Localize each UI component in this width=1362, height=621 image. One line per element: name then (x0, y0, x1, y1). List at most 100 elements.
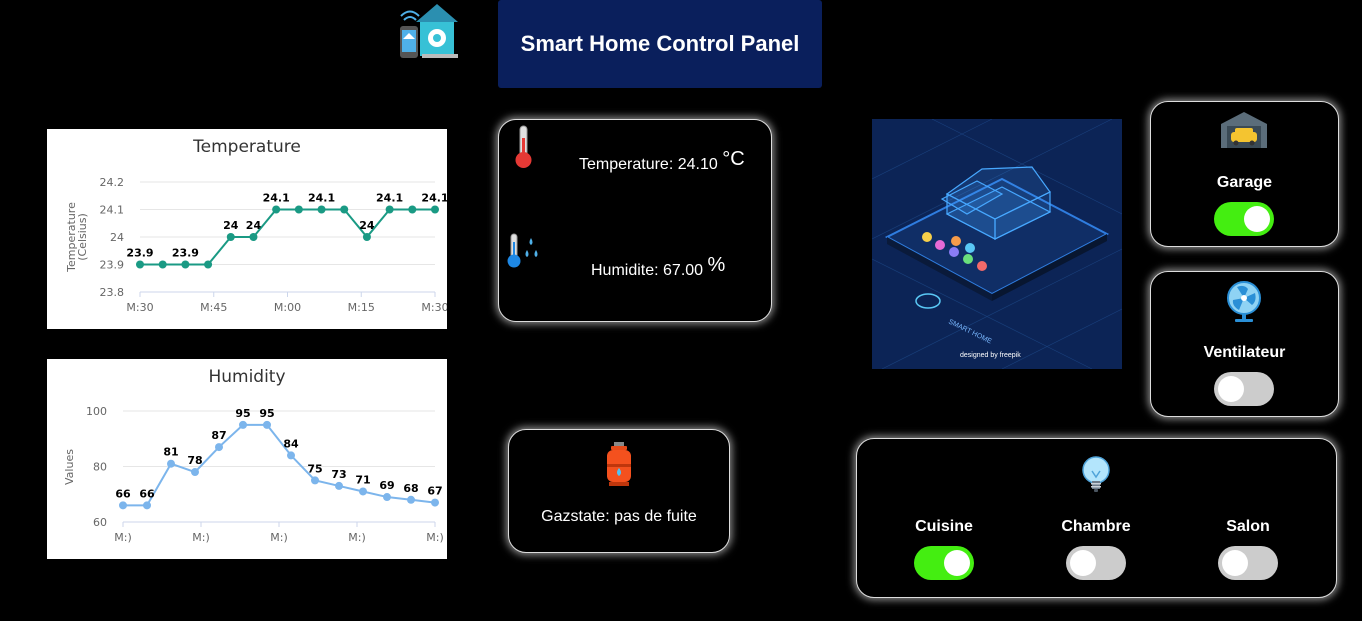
ventilateur-label: Ventilateur (1203, 344, 1286, 361)
data-point (311, 476, 319, 485)
data-label: 66 (115, 487, 131, 500)
data-point (263, 420, 271, 429)
garage-label: Garage (1216, 174, 1273, 191)
illustration-credit: designed by freepik (960, 352, 1021, 359)
data-point (249, 233, 258, 241)
data-label: 24.1 (263, 192, 290, 205)
data-label: 75 (307, 462, 322, 475)
y-tick-label: 100 (86, 405, 107, 418)
data-point (408, 205, 417, 214)
toggle-knob (1070, 550, 1096, 576)
toggle-knob (1244, 206, 1270, 232)
garage-toggle[interactable] (1214, 202, 1274, 236)
temperature-reading: Temperature: 24.10 °C (579, 148, 759, 174)
data-point (143, 501, 151, 510)
x-tick-label: M:30 (421, 301, 447, 314)
x-tick-label: M:00 (274, 301, 301, 314)
data-label: 78 (187, 454, 202, 467)
data-label: 24.1 (421, 192, 447, 205)
cuisine-toggle[interactable] (914, 546, 974, 580)
data-point (431, 498, 439, 507)
chart-title: Temperature (192, 137, 301, 157)
y-axis-label: Temperature(Celsius) (65, 202, 89, 273)
humidity-value: 67.00 (663, 262, 704, 279)
data-label: 24.1 (376, 192, 403, 205)
thermometer-icon (511, 124, 535, 175)
y-tick-label: 24.2 (100, 176, 125, 189)
data-point (136, 260, 144, 269)
data-point (431, 205, 439, 214)
humidity-chart: Humidity Values 100 80 60 M:) M:) M:) M:) M:) 66 66… (47, 359, 447, 559)
data-label: 87 (211, 429, 226, 442)
light-bulb-icon (1080, 455, 1112, 502)
data-point (385, 205, 394, 214)
x-tick-label: M:) (114, 531, 132, 544)
data-point (204, 260, 213, 269)
y-tick-label: 24.1 (100, 204, 125, 217)
toggle-knob (1222, 550, 1248, 576)
data-point (317, 205, 326, 214)
data-label: 68 (403, 482, 418, 495)
gas-cylinder-icon (605, 442, 633, 491)
smart-home-logo-icon (398, 2, 460, 60)
data-point (181, 260, 190, 269)
humidity-reading: Humidite: 67.00 % (591, 254, 761, 280)
y-axis-label: Values (63, 449, 76, 485)
temperature-label: Temperature: (579, 156, 674, 173)
data-label: 67 (427, 485, 442, 498)
y-tick-label: 23.9 (100, 259, 125, 272)
gas-state-text: Gazstate: pas de fuite (541, 508, 697, 525)
data-point (407, 495, 415, 504)
data-point (272, 205, 281, 214)
salon-label: Salon (1226, 518, 1270, 535)
data-label: 84 (283, 437, 299, 450)
data-label: 23.9 (172, 247, 199, 260)
fan-icon (1227, 281, 1261, 328)
gas-card: Gazstate: pas de fuite (508, 429, 730, 553)
smart-home-illustration: SMART HOME designed by freepik (872, 119, 1122, 369)
x-tick-label: M:) (426, 531, 444, 544)
data-label: 24.1 (308, 192, 335, 205)
humidity-thermometer-icon (507, 230, 541, 275)
page-title: Smart Home Control Panel (498, 0, 822, 88)
humidity-label: Humidite: (591, 262, 659, 279)
y-tick-label: 60 (93, 516, 107, 529)
ventilateur-toggle[interactable] (1214, 372, 1274, 406)
data-point (119, 501, 127, 510)
data-point (362, 233, 371, 241)
data-label: 24 (223, 219, 239, 232)
y-tick-label: 23.8 (100, 286, 125, 299)
toggle-knob (1218, 376, 1244, 402)
x-tick-label: M:15 (348, 301, 375, 314)
data-label: 95 (235, 407, 250, 420)
humidity-unit: % (707, 254, 726, 276)
salon-toggle[interactable] (1218, 546, 1278, 580)
garage-card: Garage (1150, 101, 1339, 247)
data-point (359, 487, 367, 496)
data-label: 24 (359, 219, 375, 232)
data-point (215, 443, 223, 452)
lights-card: Cuisine Chambre Salon (856, 438, 1337, 598)
y-tick-label: 24 (110, 231, 124, 244)
data-point (167, 459, 175, 468)
data-label: 69 (379, 479, 394, 492)
garage-car-icon (1221, 112, 1267, 153)
x-tick-label: M:) (192, 531, 210, 544)
data-point (340, 205, 349, 214)
x-tick-label: M:) (270, 531, 288, 544)
toggle-knob (944, 550, 970, 576)
chart-title: Humidity (208, 367, 285, 387)
x-tick-label: M:30 (126, 301, 153, 314)
chambre-toggle[interactable] (1066, 546, 1126, 580)
chambre-label: Chambre (1061, 518, 1131, 535)
x-tick-label: M:) (348, 531, 366, 544)
data-label: 23.9 (126, 247, 153, 260)
data-point (226, 233, 235, 241)
data-label: 81 (163, 446, 178, 459)
data-label: 71 (355, 473, 370, 486)
y-tick-label: 80 (93, 461, 107, 474)
data-point (191, 468, 199, 477)
temperature-value: 24.10 (677, 156, 718, 173)
temperature-unit: °C (722, 148, 745, 170)
sensor-card: Temperature: 24.10 °C Humidite: 67.00 % (498, 119, 772, 322)
